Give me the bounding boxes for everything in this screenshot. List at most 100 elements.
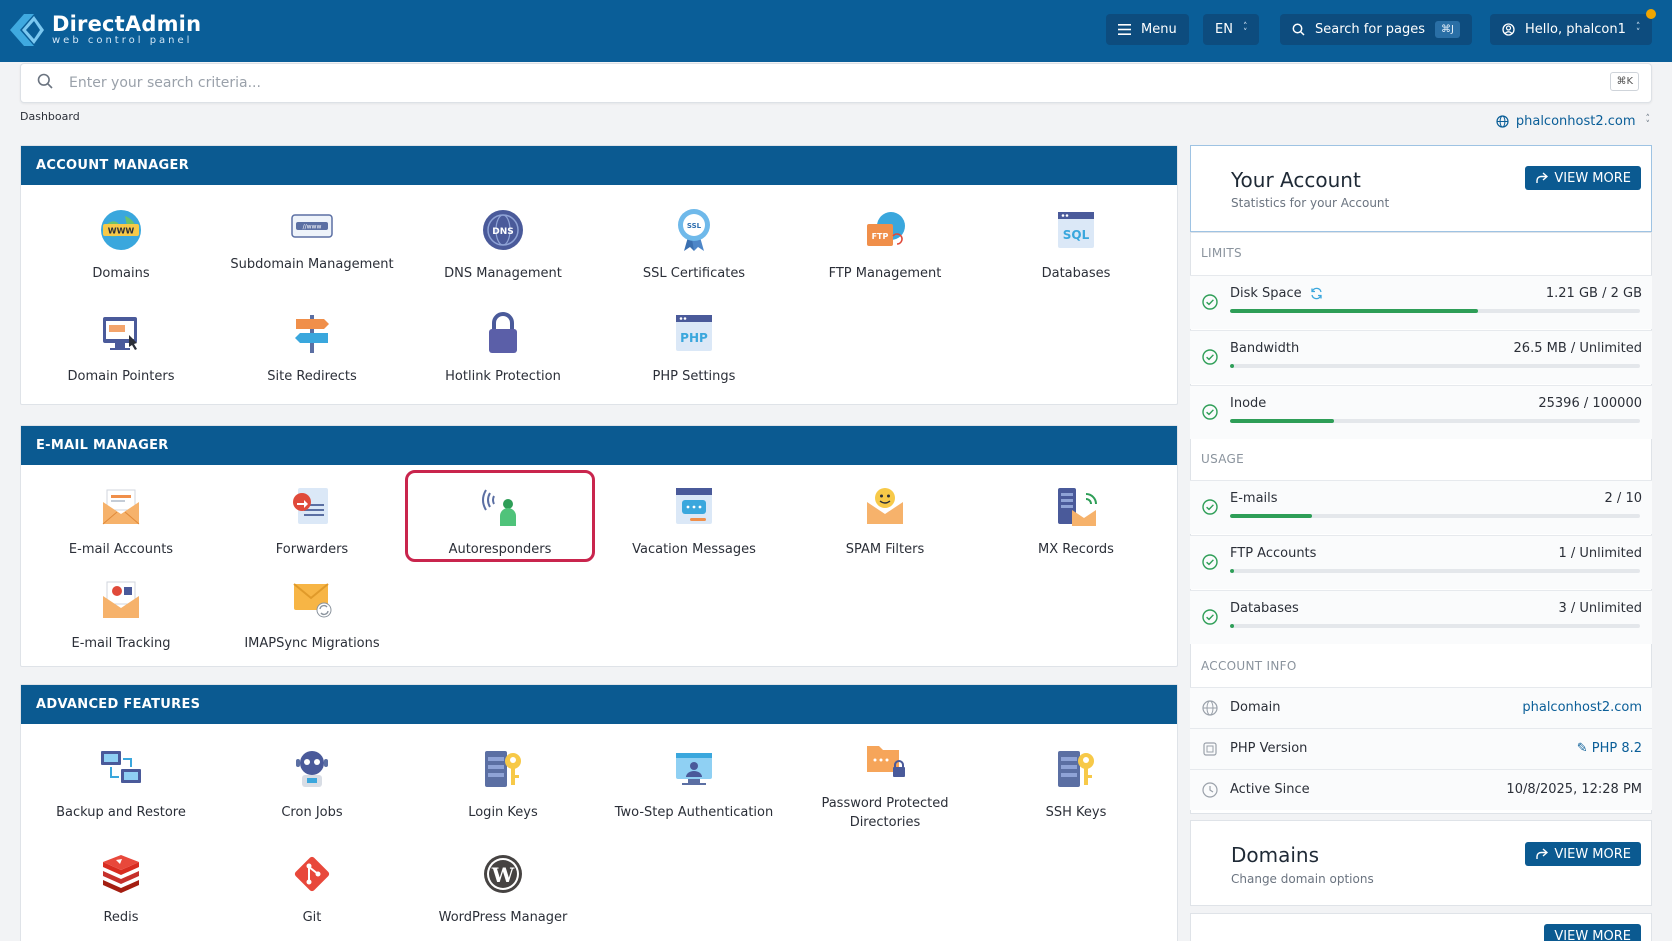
tile-ssh-keys[interactable]: SSH Keys	[981, 745, 1171, 822]
info-active-since: Active Since 10/8/2025, 12:28 PM	[1190, 769, 1652, 810]
view-more-button[interactable]: VIEW MORE	[1525, 842, 1641, 866]
tile-vacation-messages[interactable]: Vacation Messages	[599, 482, 789, 559]
tile-hotlink-protection[interactable]: Hotlink Protection	[408, 309, 598, 386]
panel-title: E-MAIL MANAGER	[21, 426, 1177, 465]
tile-autoresponders[interactable]: Autoresponders	[405, 470, 595, 562]
tile-label: Backup and Restore	[56, 805, 186, 820]
panel-title: ACCOUNT MANAGER	[21, 146, 1177, 185]
stat-ftp-accounts: FTP Accounts 1 / Unlimited	[1190, 535, 1652, 589]
tile-login-keys[interactable]: Login Keys	[408, 745, 598, 822]
tile-site-redirects[interactable]: Site Redirects	[217, 309, 407, 386]
globe-icon	[1202, 700, 1218, 720]
breadcrumb[interactable]: Dashboard	[20, 110, 80, 123]
stat-name: Bandwidth	[1230, 341, 1300, 356]
menu-button[interactable]: Menu	[1106, 14, 1189, 45]
language-select[interactable]: EN ˄ ˅	[1203, 14, 1260, 45]
tile-label: IMAPSync Migrations	[244, 636, 380, 651]
stat-bandwidth: Bandwidth 26.5 MB / Unlimited	[1190, 330, 1652, 384]
hamburger-icon	[1118, 24, 1131, 35]
domains-card: Domains Change domain options VIEW MORE	[1190, 820, 1652, 906]
login-keys-icon	[479, 745, 527, 793]
svg-text:PHP: PHP	[680, 331, 708, 345]
user-menu-button[interactable]: Hello, phalcon1 ˄ ˅	[1490, 14, 1653, 45]
tile-password-protected-directories[interactable]: Password Protected Directories	[790, 736, 980, 832]
tile-databases[interactable]: SQL Databases	[981, 206, 1171, 283]
stat-databases: Databases 3 / Unlimited	[1190, 590, 1652, 644]
progress-bar	[1230, 569, 1640, 573]
spam-filter-icon	[861, 482, 909, 530]
tile-redis[interactable]: Redis	[26, 850, 216, 927]
tile-ftp-management[interactable]: FTP FTP Management	[790, 206, 980, 283]
stat-name: Disk Space	[1230, 286, 1302, 301]
pencil-icon: ✎	[1576, 741, 1588, 756]
tile-wordpress-manager[interactable]: W WordPress Manager	[408, 850, 598, 927]
tile-spam-filters[interactable]: SPAM Filters	[790, 482, 980, 559]
tile-cron-jobs[interactable]: Cron Jobs	[217, 745, 407, 822]
autoresponder-icon	[476, 482, 524, 530]
view-more-button[interactable]: VIEW MORE	[1525, 166, 1641, 190]
info-name: PHP Version	[1230, 741, 1308, 756]
stat-name: Inode	[1230, 396, 1267, 411]
search-shortcut: ⌘K	[1610, 72, 1639, 91]
progress-bar	[1230, 309, 1640, 313]
menu-label: Menu	[1141, 22, 1177, 37]
chevron-updown-icon: ˄ ˅	[1242, 21, 1248, 38]
progress-fill	[1230, 364, 1235, 368]
tile-email-accounts[interactable]: E-mail Accounts	[26, 482, 216, 559]
tile-label: DNS Management	[444, 266, 562, 281]
user-circle-icon	[1502, 23, 1515, 36]
progress-bar	[1230, 514, 1640, 518]
tile-php-settings[interactable]: PHP PHP Settings	[599, 309, 789, 386]
search-input[interactable]	[69, 75, 1509, 91]
progress-fill	[1230, 569, 1235, 573]
ssh-keys-icon	[1052, 745, 1100, 793]
share-arrow-icon	[1535, 848, 1549, 860]
search-icon	[1292, 23, 1305, 36]
svg-text:FTP: FTP	[872, 232, 889, 241]
search-pages-label: Search for pages	[1315, 22, 1426, 37]
tile-two-step-authentication[interactable]: Two-Step Authentication	[599, 745, 789, 822]
tile-label: Databases	[1041, 266, 1111, 281]
stat-name: FTP Accounts	[1230, 546, 1317, 561]
php-version-link[interactable]: ✎ PHP 8.2	[1577, 741, 1642, 756]
tile-email-tracking[interactable]: E-mail Tracking	[26, 576, 216, 653]
tile-imapsync-migrations[interactable]: IMAPSync Migrations	[217, 576, 407, 653]
directadmin-logo-icon	[10, 14, 44, 46]
check-circle-icon	[1202, 554, 1218, 574]
tile-subdomain-management[interactable]: //www Subdomain Management	[217, 206, 407, 274]
stat-value: 3 / Unlimited	[1558, 601, 1642, 616]
php-icon: PHP	[670, 309, 718, 357]
tile-git[interactable]: Git	[217, 850, 407, 927]
view-more-button[interactable]: VIEW MORE	[1544, 924, 1641, 941]
tile-mx-records[interactable]: MX Records	[981, 482, 1171, 559]
refresh-icon[interactable]	[1310, 287, 1323, 300]
domain-selector[interactable]: phalconhost2.com ˄ ˅	[1496, 114, 1650, 129]
usage-label: USAGE	[1201, 452, 1245, 466]
check-circle-icon	[1202, 294, 1218, 314]
tile-label: Site Redirects	[267, 369, 357, 384]
chip-icon	[1202, 741, 1218, 761]
your-account-card: Your Account Statistics for your Account…	[1190, 145, 1652, 232]
tile-domain-pointers[interactable]: Domain Pointers	[26, 309, 216, 386]
tile-ssl-certificates[interactable]: SSL SSL Certificates	[599, 206, 789, 283]
tile-domains[interactable]: WWW Domains	[26, 206, 216, 283]
progress-fill	[1230, 514, 1312, 518]
ftp-folder-icon: FTP	[861, 206, 909, 254]
git-icon	[288, 850, 336, 898]
brand-logo[interactable]: DirectAdmin web control panel	[10, 10, 201, 50]
tile-forwarders[interactable]: Forwarders	[217, 482, 407, 559]
tile-label: FTP Management	[828, 266, 942, 281]
vacation-message-icon	[670, 482, 718, 530]
search-pages-button[interactable]: Search for pages ⌘J	[1280, 14, 1472, 45]
progress-fill	[1230, 309, 1479, 313]
tile-backup-and-restore[interactable]: Backup and Restore	[26, 745, 216, 822]
tile-label: PHP Settings	[652, 369, 736, 384]
tile-label: MX Records	[1038, 542, 1114, 557]
next-card-partial: VIEW MORE	[1190, 913, 1652, 941]
tile-label: Domains	[92, 266, 150, 281]
tile-label: Forwarders	[275, 542, 349, 557]
card-subtitle: Change domain options	[1231, 872, 1374, 886]
info-domain-link[interactable]: phalconhost2.com	[1522, 700, 1642, 715]
signpost-icon	[288, 309, 336, 357]
tile-dns-management[interactable]: DNS DNS Management	[408, 206, 598, 283]
